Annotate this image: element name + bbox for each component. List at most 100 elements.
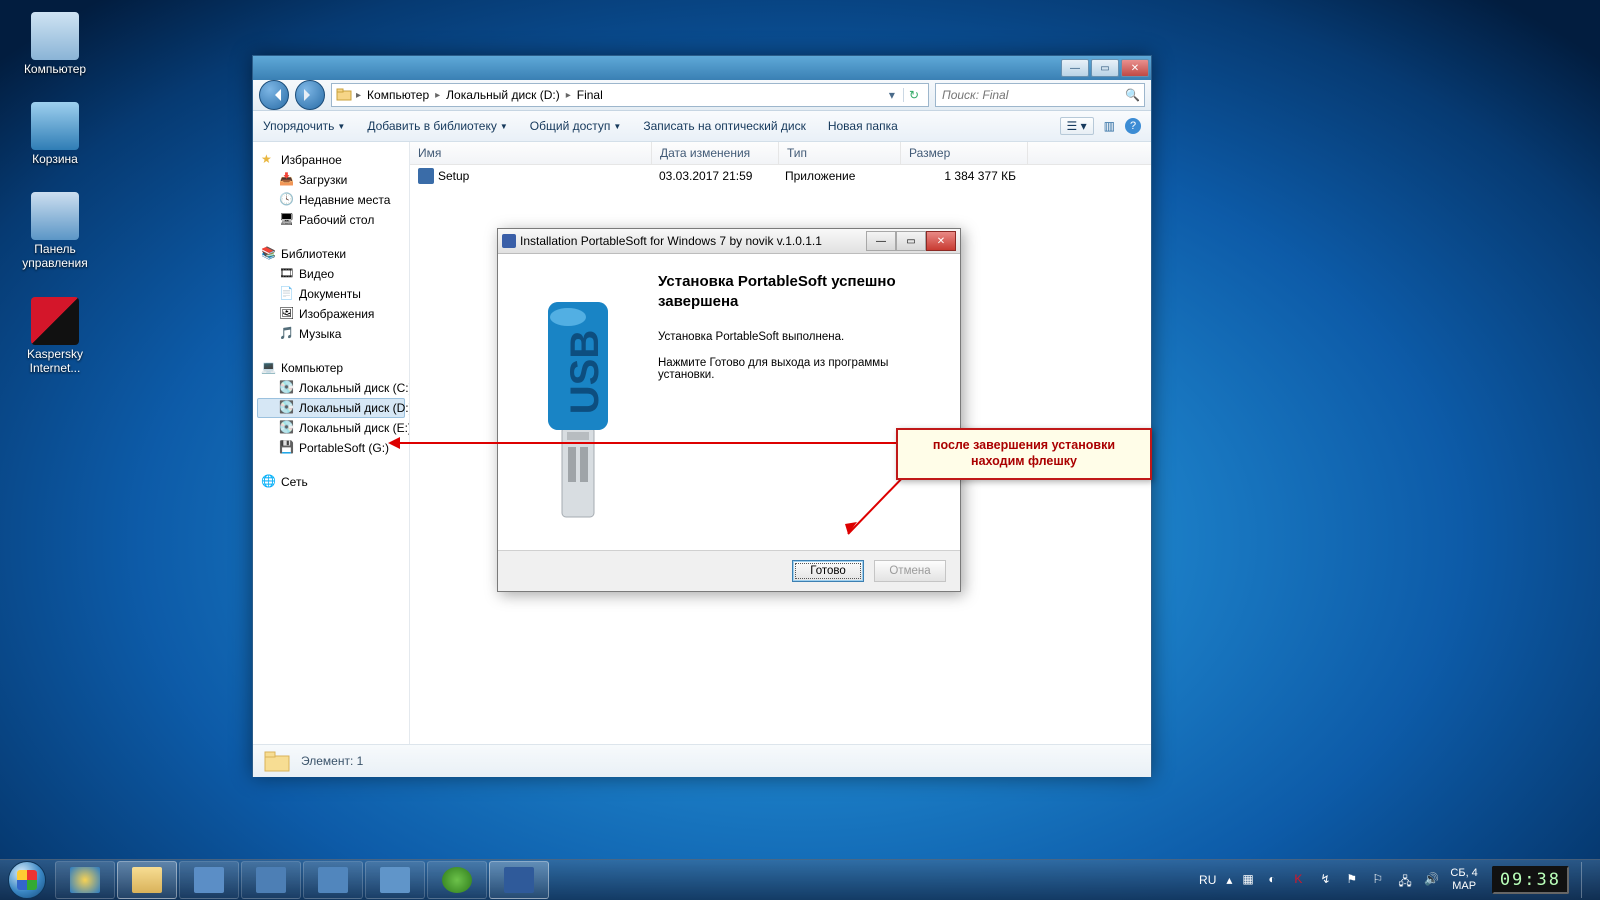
- breadcrumb[interactable]: ▸ Компьютер ▸ Локальный диск (D:) ▸ Fina…: [331, 83, 929, 107]
- breadcrumb-dropdown[interactable]: ▾: [885, 88, 899, 102]
- nav-drive-c[interactable]: 💽Локальный диск (C:): [257, 378, 405, 398]
- dialog-heading: Установка PortableSoft успешно завершена: [658, 272, 942, 311]
- taskbar-item[interactable]: [241, 861, 301, 899]
- view-options-button[interactable]: ☰ ▾: [1060, 117, 1094, 135]
- toolbar-label: Общий доступ: [530, 119, 611, 133]
- nav-computer[interactable]: 💻Компьютер: [257, 358, 405, 378]
- search-input[interactable]: 🔍: [935, 83, 1145, 107]
- toolbar-share[interactable]: Общий доступ▼: [530, 119, 622, 133]
- desktop-icon-recycle[interactable]: Корзина: [15, 102, 95, 166]
- taskbar: RU ▴ ▦ ◐ K ↯ ⚑ ⚐ 🖧 🔊 СБ, 4МАР 09:38: [0, 859, 1600, 900]
- search-field[interactable]: [940, 87, 1125, 103]
- desktop-icon: 🖥: [279, 212, 295, 228]
- nav-back-button[interactable]: [259, 80, 289, 110]
- folder-icon: [263, 749, 291, 773]
- search-icon[interactable]: 🔍: [1125, 88, 1140, 102]
- nav-favorites[interactable]: ★Избранное: [257, 150, 405, 170]
- taskbar-item[interactable]: [365, 861, 425, 899]
- tray-up-icon[interactable]: ▴: [1226, 873, 1232, 887]
- nav-drive-d[interactable]: 💽Локальный диск (D:): [257, 398, 405, 418]
- taskbar-item-utorrent[interactable]: [427, 861, 487, 899]
- tray-icon[interactable]: ◐: [1268, 872, 1284, 888]
- tray-icon[interactable]: ↯: [1320, 872, 1336, 888]
- column-headers[interactable]: Имя Дата изменения Тип Размер: [410, 142, 1151, 165]
- status-text: Элемент: 1: [301, 754, 363, 768]
- chevron-right-icon: ▸: [435, 90, 440, 101]
- app-icon: [256, 867, 286, 893]
- taskbar-item-ie[interactable]: [55, 861, 115, 899]
- nav-group-label: Компьютер: [281, 361, 343, 375]
- toolbar-library[interactable]: Добавить в библиотеку▼: [367, 119, 507, 133]
- folder-icon: [336, 87, 352, 103]
- windows-orb-icon: [8, 861, 46, 899]
- network-tray-icon[interactable]: 🖧: [1398, 872, 1414, 888]
- kaspersky-tray-icon[interactable]: K: [1294, 872, 1310, 888]
- col-type[interactable]: Тип: [779, 142, 901, 164]
- taskbar-item[interactable]: [179, 861, 239, 899]
- col-name[interactable]: Имя: [410, 142, 652, 164]
- nav-item-recent[interactable]: 🕓Недавние места: [257, 190, 405, 210]
- taskbar-item-explorer[interactable]: [117, 861, 177, 899]
- dialog-maximize-button[interactable]: ▭: [896, 231, 926, 251]
- nav-drive-e[interactable]: 💽Локальный диск (E:): [257, 418, 405, 438]
- tray-icon[interactable]: ⚑: [1346, 872, 1362, 888]
- start-button[interactable]: [0, 860, 54, 900]
- nav-item-video[interactable]: 🎞Видео: [257, 264, 405, 284]
- maximize-button[interactable]: ▭: [1091, 59, 1119, 77]
- nav-item-music[interactable]: 🎵Музыка: [257, 324, 405, 344]
- close-button[interactable]: ✕: [1121, 59, 1149, 77]
- explorer-titlebar[interactable]: — ▭ ✕: [253, 56, 1151, 80]
- annotation-arrow: [392, 442, 900, 444]
- col-date[interactable]: Дата изменения: [652, 142, 779, 164]
- tray-icon[interactable]: ▦: [1242, 872, 1258, 888]
- status-bar: Элемент: 1: [253, 744, 1151, 777]
- installer-icon: [502, 234, 516, 248]
- show-desktop-button[interactable]: [1581, 862, 1592, 898]
- setup-exe-icon: [418, 168, 434, 184]
- refresh-button[interactable]: ↻: [903, 88, 924, 102]
- libraries-icon: 📚: [261, 246, 277, 262]
- file-date: 03.03.2017 21:59: [651, 169, 777, 183]
- system-tray: RU ▴ ▦ ◐ K ↯ ⚑ ⚐ 🖧 🔊 СБ, 4МАР 09:38: [1191, 862, 1600, 898]
- language-indicator[interactable]: RU: [1199, 873, 1216, 887]
- dialog-footer: Готово Отмена: [498, 551, 960, 591]
- nav-forward-button[interactable]: [295, 80, 325, 110]
- downloads-icon: 📥: [279, 172, 295, 188]
- volume-icon[interactable]: 🔊: [1424, 872, 1440, 888]
- preview-pane-button[interactable]: ▥: [1104, 119, 1115, 133]
- explorer-toolbar: Упорядочить▼ Добавить в библиотеку▼ Общи…: [253, 111, 1151, 142]
- dialog-close-button[interactable]: ✕: [926, 231, 956, 251]
- col-size[interactable]: Размер: [901, 142, 1028, 164]
- nav-network[interactable]: 🌐Сеть: [257, 472, 405, 492]
- minimize-button[interactable]: —: [1061, 59, 1089, 77]
- installer-icon: [504, 867, 534, 893]
- action-center-icon[interactable]: ⚐: [1372, 872, 1388, 888]
- breadcrumb-segment[interactable]: Final: [575, 88, 605, 102]
- taskbar-item-installer[interactable]: [489, 861, 549, 899]
- toolbar-burn[interactable]: Записать на оптический диск: [643, 119, 806, 133]
- breadcrumb-segment[interactable]: Локальный диск (D:): [444, 88, 562, 102]
- nav-group-label: Библиотеки: [281, 247, 346, 261]
- dialog-titlebar[interactable]: Installation PortableSoft for Windows 7 …: [498, 229, 960, 254]
- taskbar-item[interactable]: [303, 861, 363, 899]
- desktop-icon-computer[interactable]: Компьютер: [15, 12, 95, 76]
- video-icon: 🎞: [279, 266, 295, 282]
- help-button[interactable]: ?: [1125, 118, 1141, 134]
- dialog-title: Installation PortableSoft for Windows 7 …: [520, 234, 862, 248]
- file-row[interactable]: Setup 03.03.2017 21:59 Приложение 1 384 …: [410, 165, 1151, 187]
- nav-item-desktop[interactable]: 🖥 Рабочий стол: [257, 210, 405, 230]
- desktop-icon-controlpanel[interactable]: Панель управления: [15, 192, 95, 270]
- finish-button[interactable]: Готово: [792, 560, 864, 582]
- nav-item-documents[interactable]: 📄Документы: [257, 284, 405, 304]
- nav-item-pictures[interactable]: 🖼Изображения: [257, 304, 405, 324]
- nav-item-label: Рабочий стол: [299, 213, 374, 227]
- tray-clock[interactable]: СБ, 4МАР: [1450, 867, 1481, 892]
- digital-clock[interactable]: 09:38: [1492, 866, 1569, 894]
- toolbar-organize[interactable]: Упорядочить▼: [263, 119, 345, 133]
- dialog-minimize-button[interactable]: —: [866, 231, 896, 251]
- breadcrumb-segment[interactable]: Компьютер: [365, 88, 431, 102]
- desktop-icon-kaspersky[interactable]: Kaspersky Internet...: [15, 297, 95, 375]
- toolbar-newfolder[interactable]: Новая папка: [828, 119, 898, 133]
- nav-libraries[interactable]: 📚 Библиотеки: [257, 244, 405, 264]
- nav-item-downloads[interactable]: 📥Загрузки: [257, 170, 405, 190]
